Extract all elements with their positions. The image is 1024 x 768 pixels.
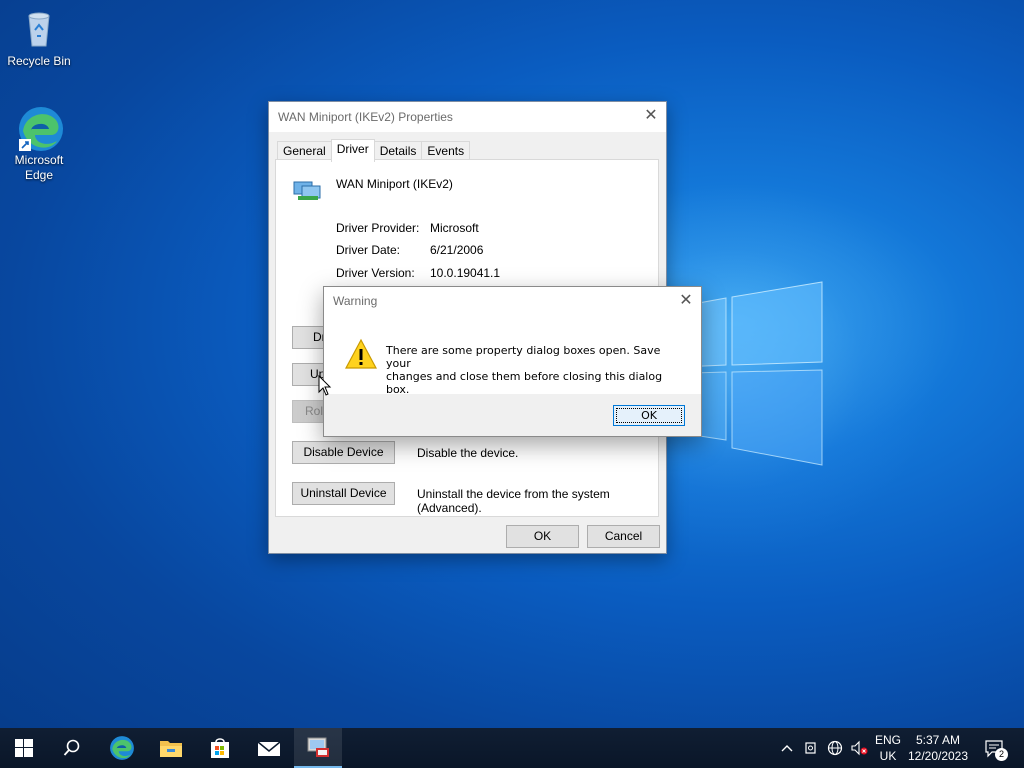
cancel-button[interactable]: Cancel xyxy=(587,525,660,548)
warning-title: Warning xyxy=(333,294,378,308)
taskbar-clock[interactable]: 5:37 AM 12/20/2023 xyxy=(906,732,970,764)
tab-driver[interactable]: Driver xyxy=(330,139,375,162)
language-region: UK xyxy=(879,749,897,763)
taskbar-device-manager-button[interactable] xyxy=(294,728,342,768)
disable-device-description: Disable the device. xyxy=(417,446,519,460)
search-button[interactable] xyxy=(48,728,96,768)
warning-body: There are some property dialog boxes ope… xyxy=(324,316,701,396)
warning-message: There are some property dialog boxes ope… xyxy=(386,344,686,396)
warning-message-line: changes and close them before closing th… xyxy=(386,370,663,396)
edge-icon xyxy=(17,105,63,151)
warning-ok-button[interactable]: OK xyxy=(613,405,685,426)
clock-date: 12/20/2023 xyxy=(907,749,969,763)
mouse-cursor-icon xyxy=(318,375,332,396)
uninstall-device-button[interactable]: Uninstall Device xyxy=(292,482,395,505)
device-name: WAN Miniport (IKEv2) xyxy=(336,177,453,191)
edge-icon xyxy=(110,736,134,760)
warning-titlebar[interactable]: Warning xyxy=(324,287,701,316)
globe-icon xyxy=(827,740,843,756)
uninstall-device-description: Uninstall the device from the system (Ad… xyxy=(417,487,610,515)
taskbar: ENG UK 5:37 AM 12/20/2023 2 xyxy=(0,728,1024,768)
taskbar-mail-button[interactable] xyxy=(245,728,293,768)
close-icon[interactable]: ✕ xyxy=(671,287,701,316)
mail-icon xyxy=(257,741,281,756)
window-title: WAN Miniport (IKEv2) Properties xyxy=(278,110,453,124)
notification-count-badge: 2 xyxy=(995,748,1008,761)
meet-now-button[interactable] xyxy=(800,728,822,768)
file-explorer-icon xyxy=(160,741,182,757)
desktop-icon-label: Recycle Bin xyxy=(7,54,71,68)
desktop-icon-label: Microsoft Edge xyxy=(14,153,64,182)
driver-date-value: 6/21/2006 xyxy=(430,243,484,257)
network-adapter-icon xyxy=(293,181,321,200)
taskbar-file-explorer-button[interactable] xyxy=(147,728,195,768)
driver-provider-label: Driver Provider: xyxy=(336,221,420,235)
network-button[interactable] xyxy=(824,728,846,768)
show-hidden-icons-button[interactable] xyxy=(776,728,798,768)
close-icon[interactable]: ✕ xyxy=(636,102,666,132)
driver-date-label: Driver Date: xyxy=(336,243,401,257)
device-tray-icon xyxy=(805,742,816,754)
warning-message-line: There are some property dialog boxes ope… xyxy=(386,344,661,370)
properties-titlebar[interactable]: WAN Miniport (IKEv2) Properties xyxy=(269,102,666,132)
store-icon xyxy=(211,738,229,758)
chevron-up-icon xyxy=(781,745,793,752)
tab-strip: General Driver Details Events xyxy=(277,139,471,162)
taskbar-edge-button[interactable] xyxy=(98,728,146,768)
ok-button[interactable]: OK xyxy=(506,525,579,548)
start-button[interactable] xyxy=(0,728,48,768)
clock-time: 5:37 AM xyxy=(915,733,961,747)
taskbar-store-button[interactable] xyxy=(196,728,244,768)
start-icon xyxy=(15,739,33,757)
warning-dialog: Warning ✕ There are some property dialog… xyxy=(323,286,702,437)
driver-version-value: 10.0.19041.1 xyxy=(430,266,501,280)
language-code: ENG xyxy=(874,733,901,747)
driver-provider-value: Microsoft xyxy=(430,221,479,235)
device-manager-icon xyxy=(307,737,329,757)
volume-button[interactable] xyxy=(848,728,870,768)
desktop-icon-microsoft-edge[interactable]: Microsoft Edge xyxy=(1,105,77,183)
warning-icon xyxy=(344,338,378,369)
desktop-icon-recycle-bin[interactable]: Recycle Bin xyxy=(1,6,77,69)
disable-device-button[interactable]: Disable Device xyxy=(292,441,395,464)
driver-version-label: Driver Version: xyxy=(336,266,415,280)
speaker-muted-icon xyxy=(851,740,868,756)
recycle-bin-icon xyxy=(17,6,61,50)
input-language-indicator[interactable]: ENG UK xyxy=(872,732,904,764)
search-icon xyxy=(63,739,80,756)
notifications-button[interactable]: 2 xyxy=(980,728,1010,768)
